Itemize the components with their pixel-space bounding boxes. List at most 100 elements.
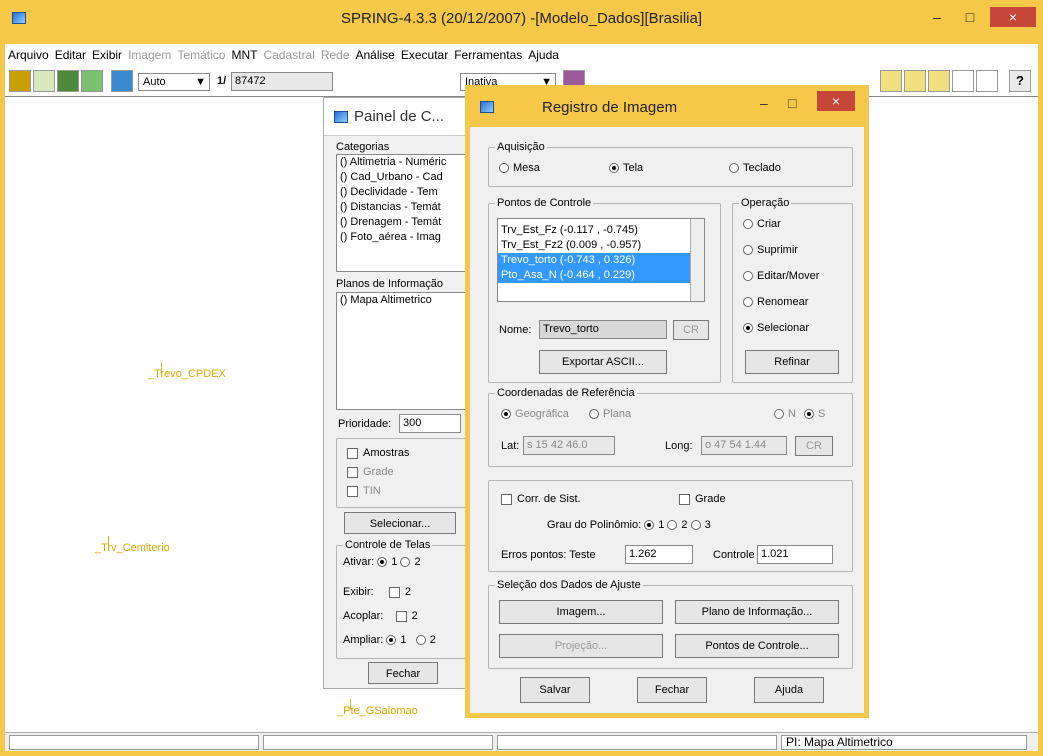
menu-imagem[interactable]: Imagem [125, 44, 174, 66]
ampliar-1-radio[interactable] [386, 635, 397, 646]
list-item[interactable]: () Mapa Altimetrico [337, 293, 471, 308]
project-icon[interactable] [33, 70, 55, 92]
s-radio[interactable]: S [804, 408, 825, 420]
back-icon[interactable] [952, 70, 974, 92]
undo-icon[interactable] [976, 70, 998, 92]
imagem-button[interactable]: Imagem... [499, 600, 663, 624]
list-item[interactable]: Trevo_torto (-0.743 , 0.326) [498, 253, 704, 268]
geografica-radio[interactable]: Geográfica [501, 408, 569, 420]
prioridade-field[interactable]: 300 [399, 414, 461, 433]
tin-checkbox[interactable]: TIN [347, 485, 381, 497]
marker-trevo-cpdex[interactable]: | _Trevo_CPDEX [148, 361, 226, 380]
aquisicao-mesa-radio[interactable]: Mesa [499, 162, 540, 174]
dialog-minimize-button[interactable]: – [760, 95, 768, 111]
list-item[interactable]: Pto_Asa_N (-0.464 , 0.229) [498, 268, 704, 283]
menu-anlise[interactable]: Análise [353, 44, 398, 66]
acoplar-2-checkbox[interactable] [395, 610, 407, 622]
corr-sist-checkbox[interactable]: Corr. de Sist. [501, 493, 581, 505]
list-item[interactable]: () Distancias - Temát [337, 200, 471, 215]
salvar-button[interactable]: Salvar [520, 677, 590, 703]
categorias-label: Categorias [336, 141, 390, 153]
list-item[interactable]: () Altimetria - Numéric [337, 155, 471, 170]
aquisicao-teclado-radio[interactable]: Teclado [729, 162, 781, 174]
grade-checkbox[interactable]: Grade [347, 466, 394, 478]
layers-icon[interactable] [57, 70, 79, 92]
grau-3-radio[interactable] [690, 520, 701, 531]
ativar-1-radio[interactable] [377, 557, 388, 568]
ampliar-2-radio[interactable] [415, 635, 426, 646]
list-item[interactable]: Trv_Est_Fz2 (0.009 , -0.957) [498, 238, 704, 253]
grau-1-radio[interactable] [644, 520, 655, 531]
panel-fechar-button[interactable]: Fechar [368, 662, 438, 684]
plano-informacao-button[interactable]: Plano de Informação... [675, 600, 839, 624]
menu-rede[interactable]: Rede [318, 44, 353, 66]
prioridade-label: Prioridade: [338, 418, 392, 430]
menu-temtico[interactable]: Temático [174, 44, 228, 66]
op-criar-radio[interactable]: Criar [743, 218, 781, 230]
menu-mnt[interactable]: MNT [228, 44, 260, 66]
list-item[interactable]: () Drenagem - Temát [337, 215, 471, 230]
zoom-mode-select[interactable]: Auto ▼ [138, 73, 210, 91]
list-item[interactable]: Trv_Est_Fz (-0.117 , -0.745) [498, 223, 704, 238]
dialog-icon [480, 101, 494, 113]
marker-trv-cemiterio[interactable]: | _Trv_Cemiterio [95, 535, 170, 554]
n-radio[interactable]: N [774, 408, 796, 420]
amostras-checkbox[interactable]: Amostras [347, 447, 409, 459]
op-selecionar-radio[interactable]: Selecionar [743, 322, 809, 334]
help-icon[interactable]: ? [1009, 70, 1031, 92]
menu-exibir[interactable]: Exibir [89, 44, 125, 66]
tool-icon[interactable] [904, 70, 926, 92]
controle-field[interactable]: 1.021 [757, 545, 833, 564]
menu-executar[interactable]: Executar [398, 44, 451, 66]
planos-list[interactable]: () Mapa Altimetrico [336, 292, 472, 410]
selecionar-button[interactable]: Selecionar... [344, 512, 456, 534]
tool-icon[interactable] [928, 70, 950, 92]
lat-label: Lat: [501, 440, 520, 452]
marker-pte-gsalomao[interactable]: | _Pte_GSalomao [337, 698, 418, 717]
draw-icon[interactable] [81, 70, 103, 92]
pontos-controle-button[interactable]: Pontos de Controle... [675, 634, 839, 658]
fechar-button[interactable]: Fechar [637, 677, 707, 703]
scrollbar[interactable] [690, 219, 704, 301]
list-item[interactable]: () Declividade - Tem [337, 185, 471, 200]
op-renomear-radio[interactable]: Renomear [743, 296, 808, 308]
menu-arquivo[interactable]: Arquivo [5, 44, 52, 66]
categorias-list[interactable]: () Altimetria - Numéric() Cad_Urbano - C… [336, 154, 472, 272]
op-suprimir-radio[interactable]: Suprimir [743, 244, 798, 256]
lat-field[interactable]: s 15 42 46.0 [523, 436, 615, 455]
minimize-button[interactable]: – [922, 7, 952, 27]
projecao-button[interactable]: Projeção... [499, 634, 663, 658]
aquisicao-tela-radio[interactable]: Tela [609, 162, 643, 174]
dialog-maximize-button[interactable]: □ [788, 95, 796, 111]
menu-cadastral[interactable]: Cadastral [260, 44, 317, 66]
op-editar-radio[interactable]: Editar/Mover [743, 270, 819, 282]
pontos-list[interactable]: Trv_Est_Fz (-0.117 , -0.745) Trv_Est_Fz2… [497, 218, 705, 302]
nome-label: Nome: [499, 324, 532, 336]
ajuda-button[interactable]: Ajuda [754, 677, 824, 703]
teste-field[interactable]: 1.262 [625, 545, 693, 564]
plana-radio[interactable]: Plana [589, 408, 631, 420]
menu-ajuda[interactable]: Ajuda [525, 44, 562, 66]
list-item[interactable]: () Foto_aérea - Imag [337, 230, 471, 245]
long-field[interactable]: o 47 54 1.44 [701, 436, 787, 455]
ativar-2-radio[interactable] [400, 557, 411, 568]
close-button[interactable]: × [990, 7, 1036, 27]
display-icon[interactable] [111, 70, 133, 92]
maximize-button[interactable]: □ [955, 7, 985, 27]
menu-ferramentas[interactable]: Ferramentas [451, 44, 525, 66]
grau-2-radio[interactable] [667, 520, 678, 531]
coords-cr-button[interactable]: CR [795, 436, 833, 456]
refinar-button[interactable]: Refinar [745, 350, 839, 374]
selecao-group: Seleção dos Dados de Ajuste Imagem... Pl… [488, 579, 853, 669]
dialog-close-button[interactable]: × [817, 91, 855, 111]
scale-field[interactable]: 87472 [231, 72, 333, 91]
list-item[interactable]: () Cad_Urbano - Cad [337, 170, 471, 185]
exibir-2-checkbox[interactable] [388, 586, 400, 598]
nome-field[interactable]: Trevo_torto [539, 320, 667, 339]
exportar-ascii-button[interactable]: Exportar ASCII... [539, 350, 667, 374]
database-icon[interactable] [9, 70, 31, 92]
grade-checkbox[interactable]: Grade [679, 493, 726, 505]
nome-cr-button[interactable]: CR [673, 320, 709, 340]
menu-editar[interactable]: Editar [52, 44, 89, 66]
tool-icon[interactable] [880, 70, 902, 92]
